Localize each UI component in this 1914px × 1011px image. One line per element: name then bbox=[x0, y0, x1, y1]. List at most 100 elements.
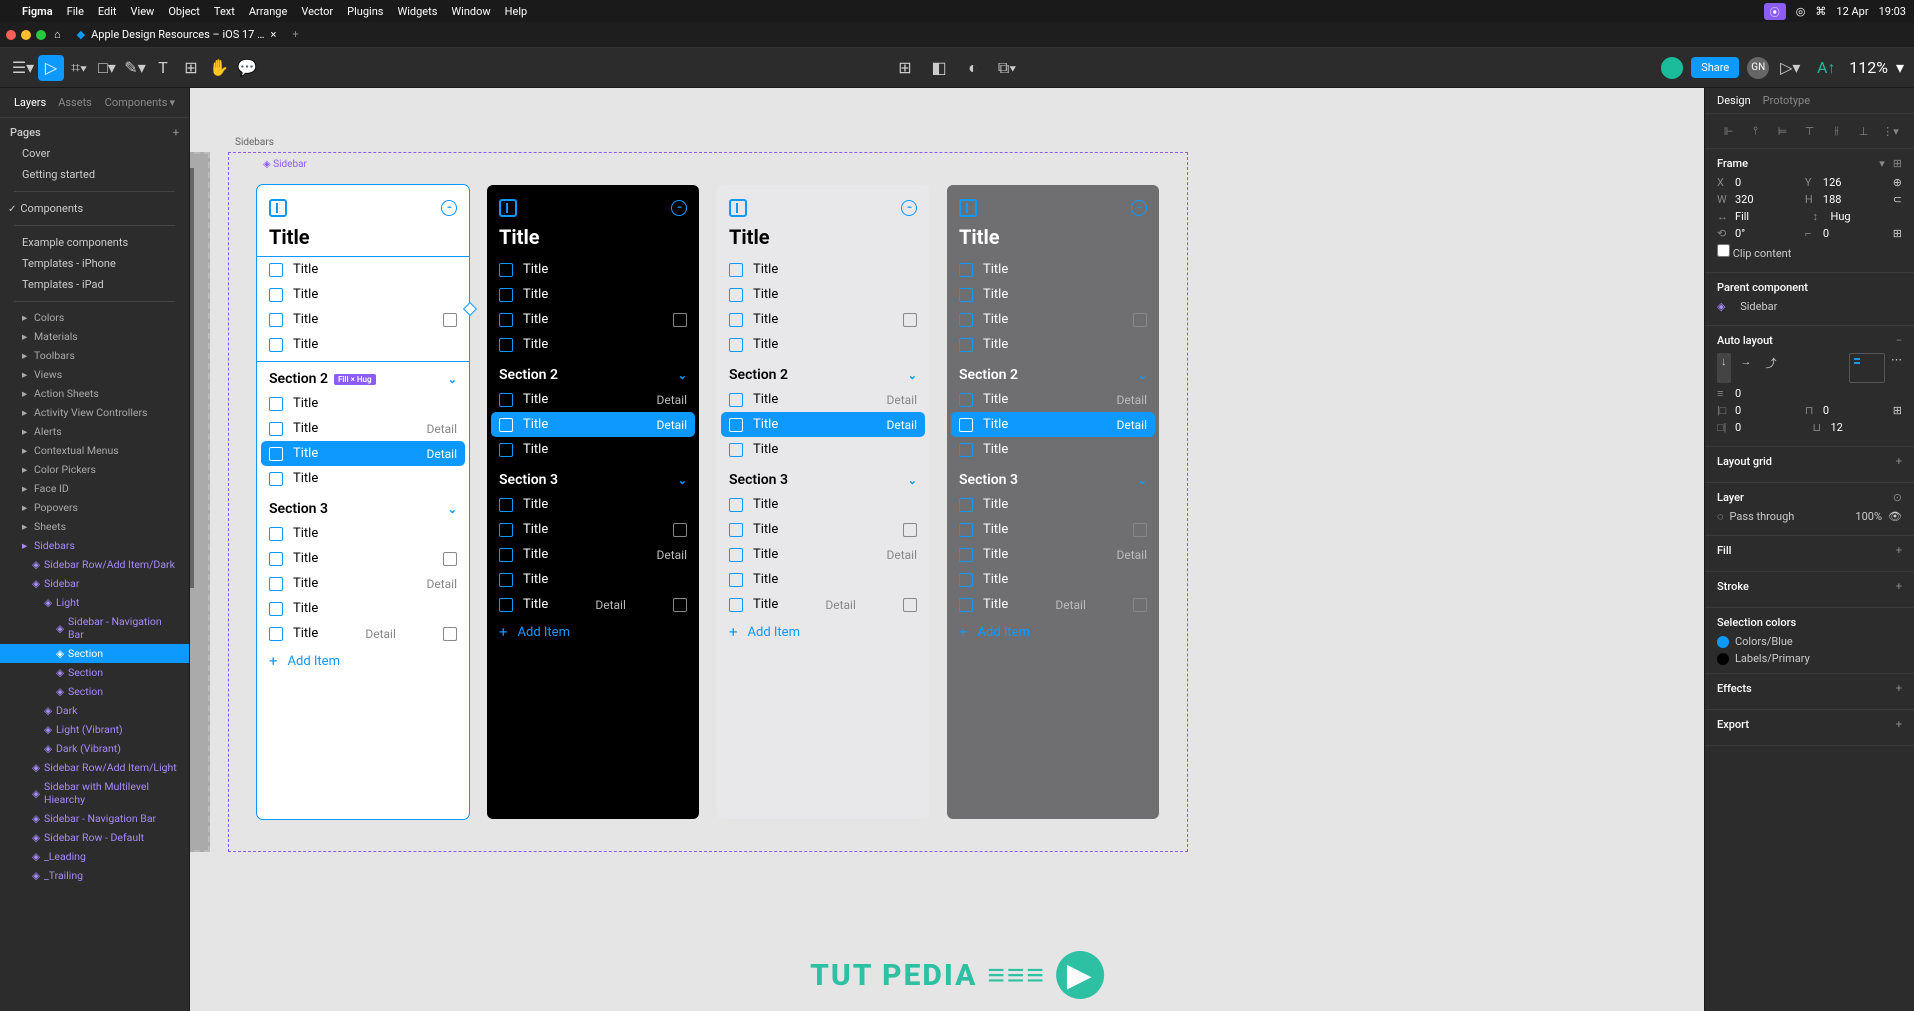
screen-record-icon[interactable]: ⦿ bbox=[1764, 3, 1786, 20]
layer-item[interactable]: ▸ Popovers bbox=[0, 498, 189, 517]
clip-content-checkbox[interactable]: Clip content bbox=[1717, 244, 1791, 260]
page-item[interactable]: Templates - iPhone bbox=[0, 253, 189, 274]
layer-item[interactable]: ◈ Light bbox=[0, 593, 189, 612]
sidebar-row[interactable]: TitleDetail bbox=[269, 416, 457, 441]
color-swatch-blue[interactable] bbox=[1717, 636, 1729, 648]
layer-item[interactable]: ▸ Activity View Controllers bbox=[0, 403, 189, 422]
prototype-tab[interactable]: Prototype bbox=[1763, 94, 1810, 107]
home-icon[interactable]: ⌂ bbox=[54, 28, 61, 41]
add-grid-icon[interactable]: + bbox=[1896, 455, 1902, 468]
sidebar-row[interactable]: Title bbox=[959, 567, 1147, 592]
section-1[interactable]: TitleTitleTitleTitle bbox=[257, 257, 469, 361]
sidebar-row[interactable]: Title bbox=[499, 282, 687, 307]
zoom-chevron-icon[interactable]: ▾ bbox=[1896, 58, 1904, 77]
layer-item[interactable]: ▸ Colors bbox=[0, 308, 189, 327]
align-bottom-icon[interactable]: ⊥ bbox=[1852, 122, 1875, 140]
color-swatch-black[interactable] bbox=[1717, 653, 1729, 665]
independent-corners-icon[interactable]: ⊞ bbox=[1893, 227, 1902, 240]
add-item-row[interactable]: +Add Item bbox=[959, 617, 1147, 647]
al-gap[interactable]: 0 bbox=[1735, 387, 1741, 400]
blend-mode[interactable]: Pass through bbox=[1730, 510, 1795, 523]
section-1[interactable]: TitleTitleTitleTitle bbox=[729, 257, 917, 357]
menu-text[interactable]: Text bbox=[214, 5, 235, 18]
layer-item[interactable]: ◈ _Leading bbox=[0, 847, 189, 866]
al-wrap[interactable]: ⤴ bbox=[1762, 353, 1781, 383]
section-1[interactable]: TitleTitleTitleTitle bbox=[959, 257, 1147, 357]
sidebar-row[interactable]: TitleDetail bbox=[499, 592, 687, 617]
sidebar-panel-icon[interactable] bbox=[499, 199, 517, 217]
section-header[interactable]: Section 2Fill × Hug⌄ bbox=[269, 371, 457, 387]
sidebar-row[interactable]: TitleDetail bbox=[729, 387, 917, 412]
layer-item[interactable]: ◈ Sidebar Row/Add Item/Dark bbox=[0, 555, 189, 574]
link-wh-icon[interactable]: ⊂ bbox=[1893, 193, 1902, 206]
opacity-value[interactable]: 100% bbox=[1855, 510, 1882, 523]
main-menu-icon[interactable]: ☰▾ bbox=[10, 55, 36, 81]
sidebar-component-dark[interactable]: •••TitleTitleTitleTitleTitleSection 2⌄Ti… bbox=[487, 185, 699, 819]
section-1[interactable]: TitleTitleTitleTitle bbox=[499, 257, 687, 357]
sidebar-row[interactable]: Title bbox=[269, 596, 457, 621]
page-item[interactable]: Getting started bbox=[0, 164, 189, 185]
text-tool-icon[interactable]: T bbox=[150, 55, 176, 81]
color-name-2[interactable]: Labels/Primary bbox=[1735, 652, 1810, 665]
w-value[interactable]: 320 bbox=[1735, 193, 1754, 206]
sidebar-row[interactable]: TitleDetail bbox=[499, 542, 687, 567]
layer-item[interactable]: ▸ Action Sheets bbox=[0, 384, 189, 403]
more-icon[interactable]: ••• bbox=[901, 200, 917, 216]
sidebar-row[interactable]: Title bbox=[729, 282, 917, 307]
sidebar-row[interactable]: TitleDetail bbox=[729, 592, 917, 617]
dev-mode-icon[interactable]: A↑ bbox=[1813, 55, 1839, 81]
sidebar-row[interactable]: Title bbox=[269, 332, 457, 357]
blend-mode-icon[interactable]: ◌ bbox=[1717, 510, 1724, 523]
chevron-down-icon[interactable]: ⌄ bbox=[1138, 474, 1147, 487]
more-icon[interactable]: ••• bbox=[671, 200, 687, 216]
align-right-icon[interactable]: ⊨ bbox=[1771, 122, 1794, 140]
sidebar-row[interactable]: Title bbox=[269, 521, 457, 546]
sidebar-row[interactable]: Title bbox=[499, 257, 687, 282]
visibility-icon[interactable]: 👁 bbox=[1888, 510, 1902, 523]
sidebar-row[interactable]: Title bbox=[499, 332, 687, 357]
layer-item[interactable]: ▸ Alerts bbox=[0, 422, 189, 441]
layer-item[interactable]: ◈ _Trailing bbox=[0, 866, 189, 885]
sidebar-panel-icon[interactable] bbox=[729, 199, 747, 217]
share-button[interactable]: Share bbox=[1691, 57, 1739, 78]
design-tab[interactable]: Design bbox=[1717, 94, 1751, 107]
frame-label[interactable]: Sidebars bbox=[229, 135, 280, 150]
add-export-icon[interactable]: + bbox=[1896, 718, 1902, 731]
control-center-icon[interactable]: ⌘ bbox=[1815, 5, 1826, 18]
chevron-down-icon[interactable]: ⌄ bbox=[908, 474, 917, 487]
sidebar-row[interactable]: Title bbox=[269, 391, 457, 416]
page-item[interactable]: Example components bbox=[0, 232, 189, 253]
layer-item[interactable]: ◈ Sidebar - Navigation Bar bbox=[0, 612, 189, 644]
sidebar-panel-icon[interactable] bbox=[959, 199, 977, 217]
sidebar-row[interactable]: Title bbox=[729, 437, 917, 462]
sidebar-row[interactable]: Title bbox=[729, 307, 917, 332]
add-item-row[interactable]: +Add Item bbox=[269, 646, 457, 676]
align-top-icon[interactable]: ⊤ bbox=[1798, 122, 1821, 140]
section-header[interactable]: Section 2⌄ bbox=[729, 367, 917, 383]
shape-tool-icon[interactable]: □▾ bbox=[94, 55, 120, 81]
sidebar-row[interactable]: Title bbox=[959, 517, 1147, 542]
layer-item[interactable]: ▸ Views bbox=[0, 365, 189, 384]
boolean-icon[interactable]: ◐ bbox=[960, 55, 986, 81]
layer-item[interactable]: ▸ Sidebars bbox=[0, 536, 189, 555]
menubar-date[interactable]: 12 Apr bbox=[1836, 5, 1868, 18]
frame-settings-icon[interactable]: ⊞ bbox=[1893, 157, 1902, 170]
add-effect-icon[interactable]: + bbox=[1896, 682, 1902, 695]
chevron-down-icon[interactable]: ⌄ bbox=[908, 369, 917, 382]
sidebar-row[interactable]: Title bbox=[499, 517, 687, 542]
menu-edit[interactable]: Edit bbox=[98, 5, 117, 18]
section-header[interactable]: Section 3⌄ bbox=[269, 501, 457, 517]
component-label[interactable]: ◈ Sidebar bbox=[263, 159, 307, 170]
al-settings-icon[interactable]: ⋯ bbox=[1891, 353, 1902, 383]
file-tab[interactable]: ◆ Apple Design Resources – iOS 17 … × bbox=[69, 28, 285, 41]
parent-component-name[interactable]: Sidebar bbox=[1740, 300, 1777, 313]
sidebar-row[interactable]: Title bbox=[729, 492, 917, 517]
menubar-time[interactable]: 19:03 bbox=[1879, 5, 1906, 18]
section-header[interactable]: Section 2⌄ bbox=[499, 367, 687, 383]
user-avatar[interactable] bbox=[1661, 57, 1683, 79]
present-icon[interactable]: ▷▾ bbox=[1777, 55, 1803, 81]
y-value[interactable]: 126 bbox=[1823, 176, 1842, 189]
component-icon[interactable]: ⊞ bbox=[892, 55, 918, 81]
sidebar-row[interactable]: Title bbox=[729, 567, 917, 592]
layer-item[interactable]: ◈ Section bbox=[0, 644, 189, 663]
